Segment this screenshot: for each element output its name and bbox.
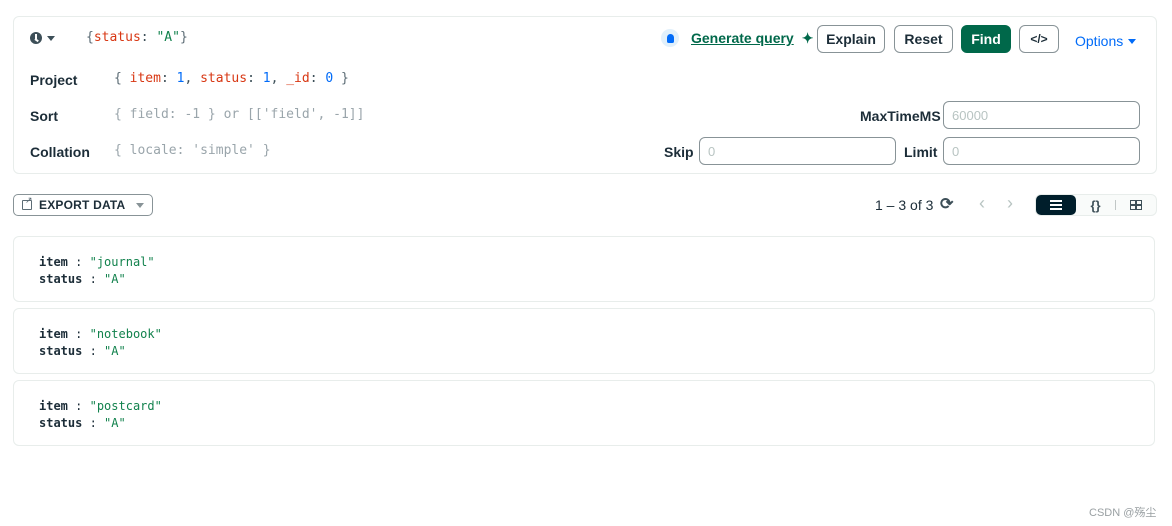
export-data-button[interactable]: EXPORT DATA: [13, 194, 153, 216]
field-value: "postcard": [89, 399, 162, 413]
explain-button[interactable]: Explain: [817, 25, 885, 53]
collation-input[interactable]: { locale: 'simple' }: [114, 143, 271, 158]
field-separator: :: [82, 272, 105, 286]
query-bar: {status: "A"} Generate query ✦ Explain R…: [13, 16, 1157, 174]
export-data-label: EXPORT DATA: [39, 198, 126, 212]
caret-down-icon: [47, 35, 55, 41]
document-field: item : "postcard": [39, 399, 162, 413]
options-toggle[interactable]: Options: [1075, 33, 1137, 49]
query-history-button[interactable]: [30, 32, 55, 44]
skip-input[interactable]: [699, 137, 896, 165]
field-separator: :: [82, 416, 105, 430]
code-view-button[interactable]: </>: [1019, 25, 1059, 53]
project-token: status: [200, 71, 248, 86]
view-toggle: {}: [1035, 194, 1157, 216]
field-separator: :: [82, 344, 105, 358]
document-card[interactable]: item : "notebook" status : "A": [13, 308, 1155, 374]
field-separator: :: [67, 255, 90, 269]
generate-query-link[interactable]: Generate query: [691, 30, 794, 46]
previous-page-icon[interactable]: ‹: [979, 193, 985, 214]
table-icon: [1130, 200, 1143, 210]
field-key: status: [39, 416, 83, 430]
project-token: ,: [270, 71, 287, 86]
field-value: "notebook": [89, 327, 162, 341]
maxtimems-input[interactable]: [943, 101, 1140, 129]
list-view-button[interactable]: [1036, 195, 1076, 215]
collation-label: Collation: [30, 144, 90, 160]
limit-label: Limit: [904, 144, 938, 160]
braces-icon: {}: [1090, 197, 1101, 213]
filter-input[interactable]: {status: "A"}: [86, 30, 188, 45]
project-token: {: [114, 71, 130, 86]
table-view-button[interactable]: [1116, 195, 1156, 215]
project-token: :: [309, 71, 326, 86]
project-token: item: [129, 71, 161, 86]
field-value: "A": [104, 344, 126, 358]
field-value: "journal": [89, 255, 155, 269]
refresh-icon[interactable]: ⟳: [940, 194, 953, 214]
sparkle-icon: ✦: [801, 29, 814, 46]
project-token: :: [247, 71, 263, 86]
field-value: "A": [104, 272, 126, 286]
document-card[interactable]: item : "postcard" status : "A": [13, 380, 1155, 446]
field-key: status: [39, 272, 83, 286]
generate-query: Generate query ✦: [661, 29, 813, 47]
field-value: "A": [104, 416, 126, 430]
field-key: item: [39, 327, 68, 341]
project-token: :: [160, 71, 177, 86]
limit-input[interactable]: [943, 137, 1140, 165]
sort-label: Sort: [30, 108, 58, 124]
skip-label: Skip: [664, 144, 694, 160]
document-field: item : "notebook": [39, 327, 162, 341]
next-page-icon[interactable]: ›: [1007, 193, 1013, 214]
project-token: _id: [286, 71, 310, 86]
find-button[interactable]: Find: [961, 25, 1011, 53]
clock-icon: [30, 32, 42, 44]
field-separator: :: [67, 327, 90, 341]
lightbulb-icon: [661, 29, 679, 47]
watermark: CSDN @殇尘: [1089, 507, 1157, 519]
pagination-text: 1 – 3 of 3: [875, 197, 934, 213]
document-field: status : "A": [39, 416, 126, 430]
project-token: }: [333, 71, 349, 86]
project-label: Project: [30, 72, 78, 88]
field-key: item: [39, 255, 68, 269]
field-key: item: [39, 399, 68, 413]
document-card[interactable]: item : "journal" status : "A": [13, 236, 1155, 302]
project-token: 0: [325, 71, 334, 86]
project-input[interactable]: { item: 1, status: 1, _id: 0 }: [114, 71, 349, 86]
document-field: status : "A": [39, 344, 126, 358]
export-icon: [22, 195, 33, 210]
json-view-button[interactable]: {}: [1076, 195, 1116, 215]
document-field: status : "A": [39, 272, 126, 286]
maxtimems-label: MaxTimeMS: [860, 108, 941, 124]
caret-down-icon: [1128, 38, 1137, 44]
field-separator: :: [67, 399, 90, 413]
project-token: 1: [262, 71, 271, 86]
caret-down-icon: [136, 202, 145, 208]
field-key: status: [39, 344, 83, 358]
sort-input[interactable]: { field: -1 } or [['field', -1]]: [114, 107, 364, 122]
options-label: Options: [1075, 33, 1124, 49]
list-icon: [1049, 200, 1062, 210]
project-token: ,: [184, 71, 201, 86]
reset-button[interactable]: Reset: [894, 25, 953, 53]
document-field: item : "journal": [39, 255, 155, 269]
